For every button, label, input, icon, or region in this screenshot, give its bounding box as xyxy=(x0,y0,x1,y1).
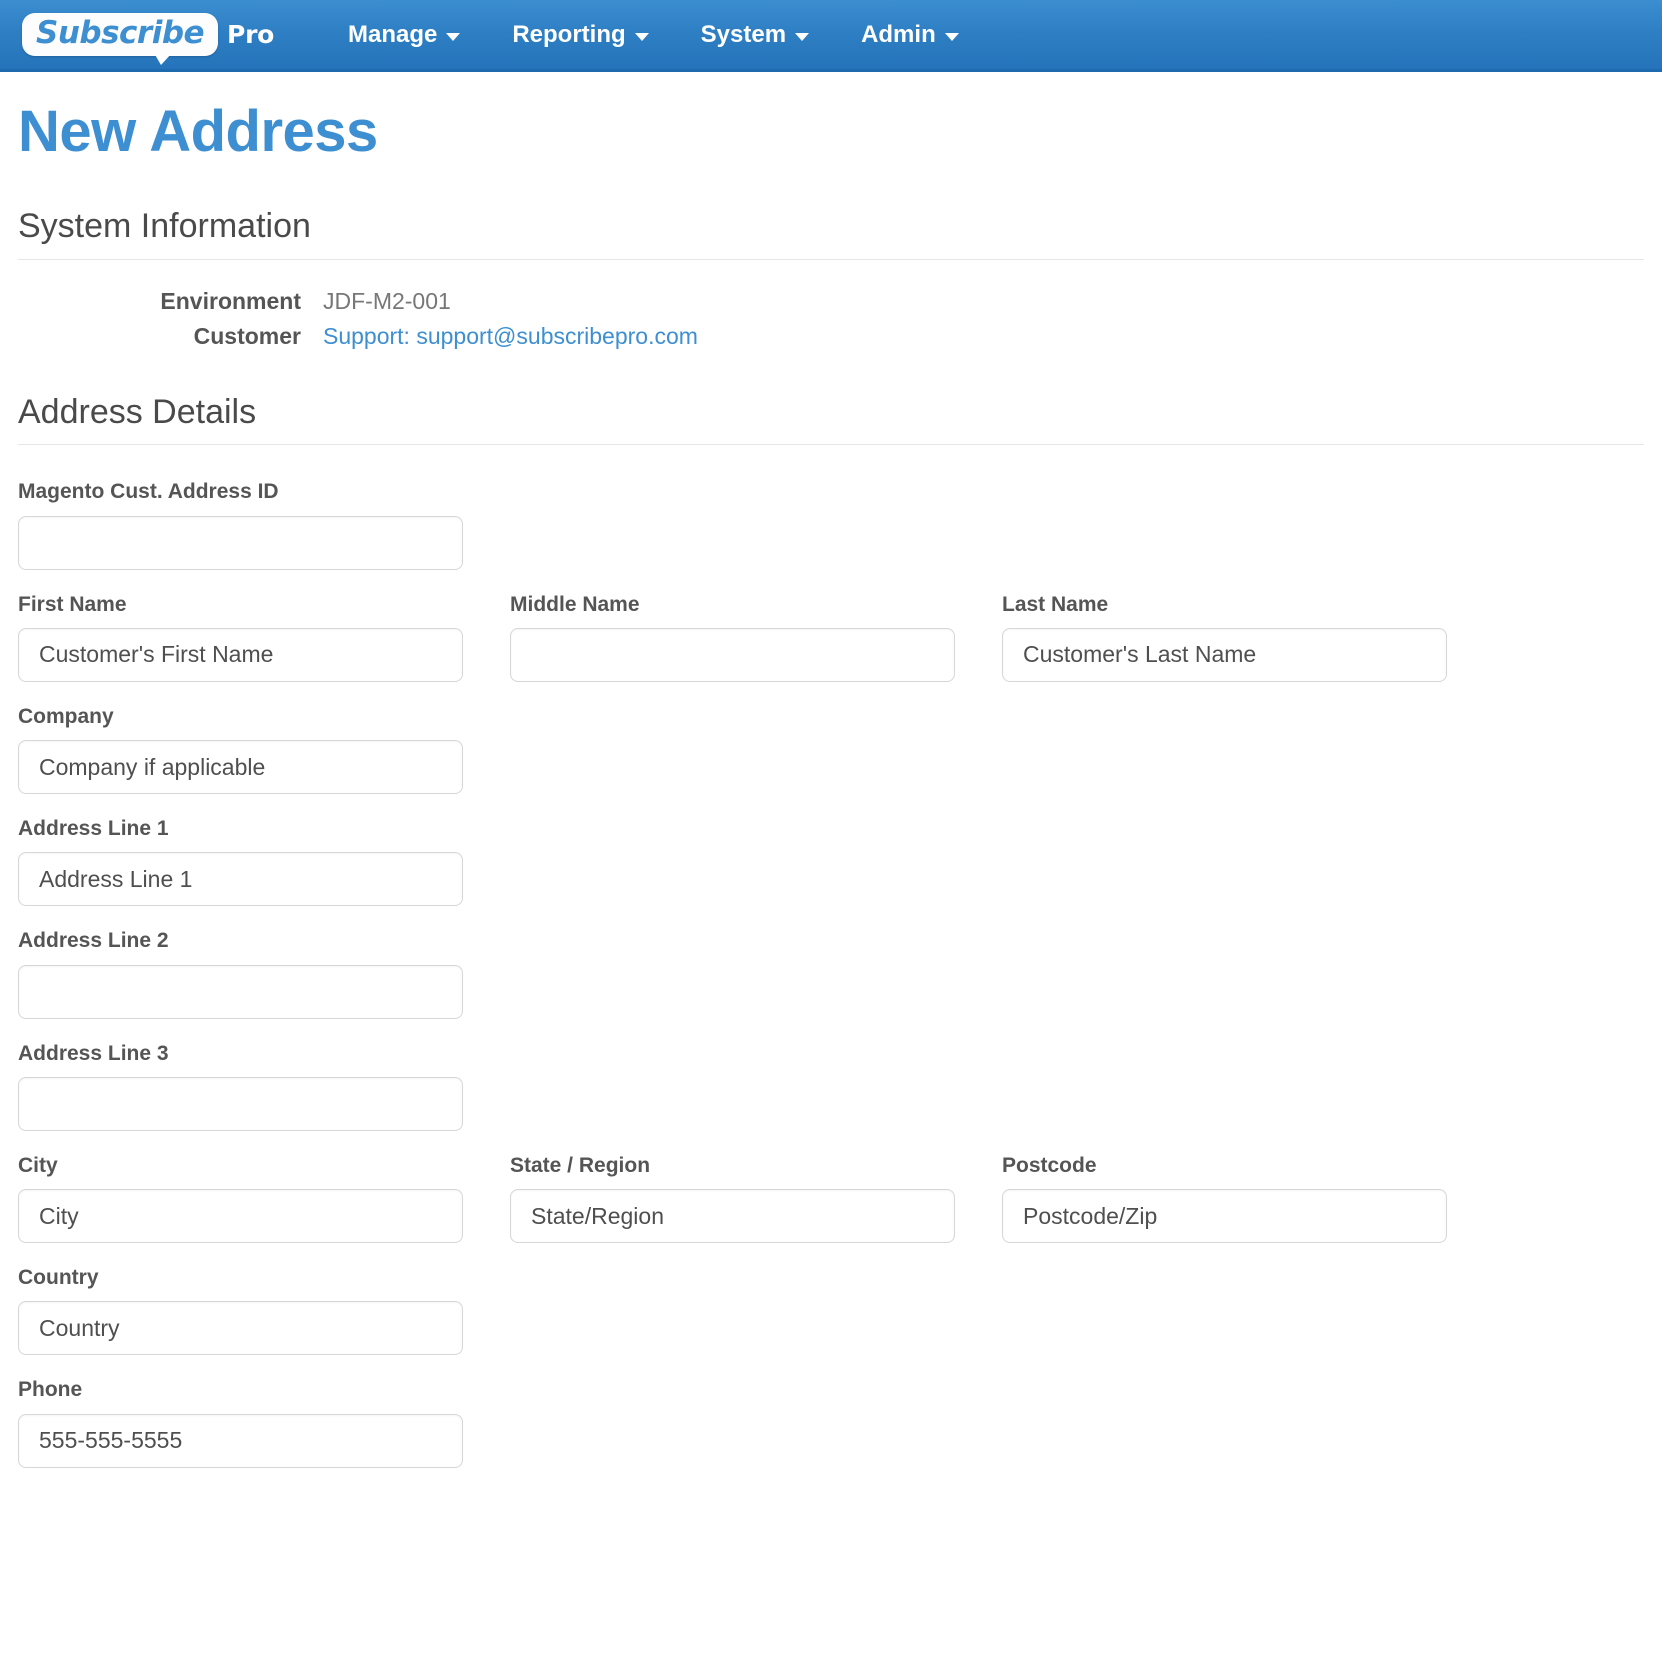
label-address-line-3: Address Line 3 xyxy=(18,1041,169,1065)
form-row-name: First Name Middle Name Last Name xyxy=(18,592,1644,682)
brand-logo-subscribe-pro[interactable]: Subscribe Pro xyxy=(22,13,274,65)
input-phone[interactable] xyxy=(18,1413,463,1468)
label-address-line-1: Address Line 1 xyxy=(18,817,169,841)
form-group-city: City xyxy=(18,1153,463,1244)
form-group-address-line-2: Address Line 2 xyxy=(18,928,463,1019)
form-group-state-region: State / Region xyxy=(510,1153,955,1244)
system-info-row-environment: Environment JDF-M2-001 xyxy=(18,288,1644,315)
form-spacer xyxy=(1002,1041,1447,1131)
input-state-region[interactable] xyxy=(510,1189,955,1244)
form-group-address-line-3: Address Line 3 xyxy=(18,1041,463,1131)
system-information-list: Environment JDF-M2-001 Customer Support:… xyxy=(18,288,1644,350)
form-spacer xyxy=(1002,928,1447,1018)
label-magento-address-id: Magento Cust. Address ID xyxy=(18,480,279,504)
form-group-postcode: Postcode xyxy=(1002,1153,1447,1244)
page-content: New Address System Information Environme… xyxy=(0,100,1662,1530)
form-spacer xyxy=(510,704,955,794)
label-first-name: First Name xyxy=(18,592,127,616)
form-spacer xyxy=(510,1377,955,1467)
form-spacer xyxy=(1002,1377,1447,1467)
nav-item-reporting[interactable]: Reporting xyxy=(486,0,674,71)
system-info-value-customer: Support: support@subscribepro.com xyxy=(323,323,698,350)
nav-item-label: Manage xyxy=(347,20,438,48)
input-city[interactable] xyxy=(18,1189,463,1244)
form-row-city-state-postcode: City State / Region Postcode xyxy=(18,1153,1644,1244)
system-info-term-environment: Environment xyxy=(160,287,301,314)
form-spacer xyxy=(1002,704,1447,794)
system-info-row-customer: Customer Support: support@subscribepro.c… xyxy=(18,323,1644,350)
form-row-address-line-2: Address Line 2 xyxy=(18,928,1644,1019)
form-row-magento-address-id: Magento Cust. Address ID xyxy=(18,479,1644,570)
form-group-last-name: Last Name xyxy=(1002,592,1447,682)
label-phone: Phone xyxy=(18,1378,83,1402)
form-spacer xyxy=(510,1041,955,1131)
input-country[interactable] xyxy=(18,1301,463,1356)
nav-item-admin[interactable]: Admin xyxy=(835,0,985,71)
page-title: New Address xyxy=(18,99,378,164)
form-group-first-name: First Name xyxy=(18,592,463,682)
brand-name-text: Subscribe xyxy=(36,15,205,51)
chevron-down-icon xyxy=(795,32,810,41)
input-postcode[interactable] xyxy=(1002,1189,1447,1244)
system-info-value-environment: JDF-M2-001 xyxy=(323,287,451,314)
chevron-down-icon xyxy=(446,32,461,41)
chevron-down-icon xyxy=(944,32,959,41)
form-row-address-line-1: Address Line 1 xyxy=(18,816,1644,907)
input-company[interactable] xyxy=(18,740,463,795)
form-row-country: Country xyxy=(18,1265,1644,1356)
label-middle-name: Middle Name xyxy=(510,592,640,616)
nav-item-system[interactable]: System xyxy=(675,0,835,71)
input-address-line-2[interactable] xyxy=(18,964,463,1019)
form-row-address-line-3: Address Line 3 xyxy=(18,1041,1644,1131)
label-postcode: Postcode xyxy=(1002,1153,1097,1177)
form-group-phone: Phone xyxy=(18,1377,463,1468)
form-group-company: Company xyxy=(18,704,463,795)
chevron-down-icon xyxy=(634,32,649,41)
nav-item-manage[interactable]: Manage xyxy=(322,0,486,71)
label-company: Company xyxy=(18,704,114,728)
label-state-region: State / Region xyxy=(510,1153,651,1177)
form-group-magento-address-id: Magento Cust. Address ID xyxy=(18,479,463,570)
label-last-name: Last Name xyxy=(1002,592,1109,616)
section-heading-system-information: System Information xyxy=(18,206,1644,260)
top-navigation-bar: Subscribe Pro Manage Reporting System Ad… xyxy=(0,0,1662,72)
form-spacer xyxy=(510,816,955,906)
input-magento-address-id[interactable] xyxy=(18,515,463,570)
form-group-country: Country xyxy=(18,1265,463,1356)
input-address-line-1[interactable] xyxy=(18,852,463,907)
form-spacer xyxy=(510,479,955,569)
nav-menu: Manage Reporting System Admin xyxy=(322,0,985,71)
input-last-name[interactable] xyxy=(1002,627,1447,682)
label-city: City xyxy=(18,1153,58,1177)
label-country: Country xyxy=(18,1266,99,1290)
section-heading-address-details: Address Details xyxy=(18,392,1644,446)
form-group-middle-name: Middle Name xyxy=(510,592,955,682)
input-address-line-3[interactable] xyxy=(18,1076,463,1131)
form-spacer xyxy=(1002,816,1447,906)
form-spacer xyxy=(510,1265,955,1355)
support-email-link[interactable]: Support: support@subscribepro.com xyxy=(323,323,698,349)
form-spacer xyxy=(1002,1265,1447,1355)
system-info-term-customer: Customer xyxy=(193,322,301,349)
nav-item-label: Reporting xyxy=(512,20,626,48)
form-group-address-line-1: Address Line 1 xyxy=(18,816,463,907)
brand-suffix-text: Pro xyxy=(227,20,274,49)
form-spacer xyxy=(510,928,955,1018)
nav-item-label: System xyxy=(700,20,787,48)
input-first-name[interactable] xyxy=(18,627,463,682)
brand-badge: Subscribe xyxy=(22,13,219,65)
label-address-line-2: Address Line 2 xyxy=(18,929,169,953)
form-spacer xyxy=(1002,479,1447,569)
form-row-company: Company xyxy=(18,704,1644,795)
address-details-form: Magento Cust. Address ID First Name Midd… xyxy=(18,479,1644,1529)
form-row-phone: Phone xyxy=(18,1377,1644,1468)
input-middle-name[interactable] xyxy=(510,627,955,682)
nav-item-label: Admin xyxy=(861,20,936,48)
